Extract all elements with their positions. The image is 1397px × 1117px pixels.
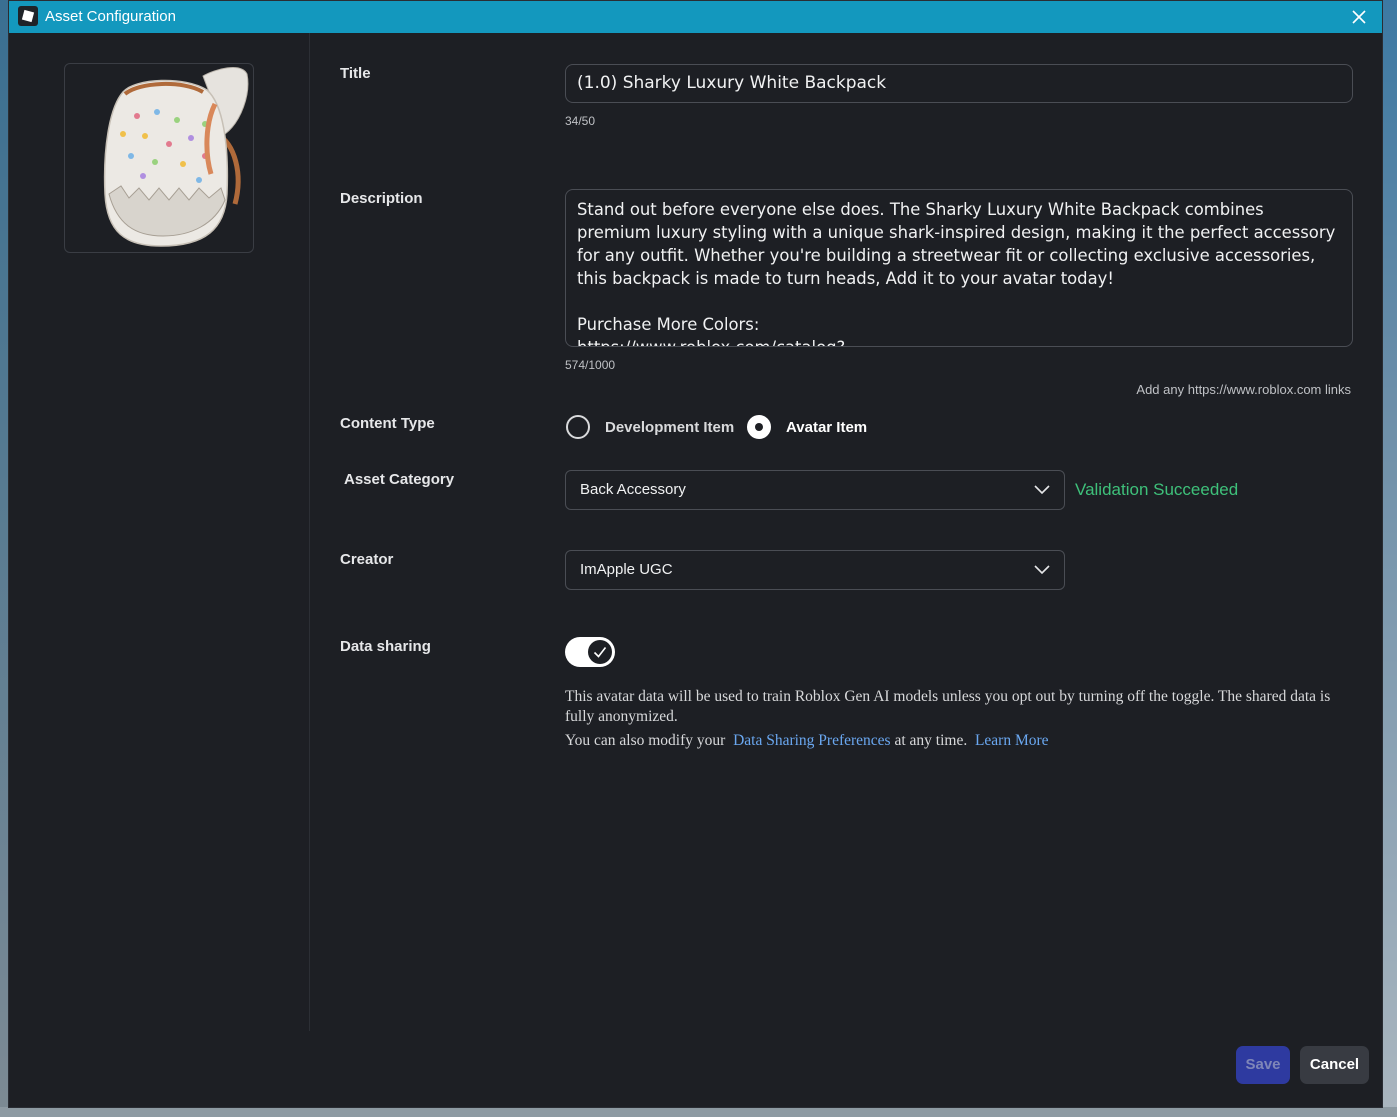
avatar-item-label[interactable]: Avatar Item [786,419,867,436]
desktop-background-left [0,0,8,1117]
toggle-knob [588,640,612,664]
close-icon[interactable] [1348,6,1370,28]
title-input[interactable]: (1.0) Sharky Luxury White Backpack [565,64,1353,103]
asset-category-label: Asset Category [344,471,455,488]
data-sharing-description: This avatar data will be used to train R… [565,688,1331,725]
title-char-counter: 34/50 [565,114,596,128]
desktop-background-right [1383,0,1397,1117]
modify-suffix-text: at any time. [894,732,968,749]
asset-category-dropdown[interactable]: Back Accessory [565,470,1065,510]
modify-prefix-text: You can also modify your [565,732,726,749]
content-type-label: Content Type [340,415,435,432]
creator-dropdown[interactable]: ImApple UGC [565,550,1065,590]
description-links-hint: Add any https://www.roblox.com links [1136,382,1351,397]
asset-preview-thumbnail [64,63,254,253]
radio-development-item[interactable] [566,415,590,439]
learn-more-link[interactable]: Learn More [975,732,1049,749]
sidebar-divider [309,33,310,1031]
chevron-down-icon [1034,565,1050,575]
validation-status: Validation Succeeded [1075,480,1239,499]
data-sharing-preferences-link[interactable]: Data Sharing Preferences [733,732,891,749]
desktop-background-bottom [0,1107,1397,1117]
development-item-label[interactable]: Development Item [605,419,734,436]
data-sharing-toggle[interactable] [565,637,615,667]
description-char-counter: 574/1000 [565,358,616,372]
radio-avatar-item[interactable] [747,415,771,439]
window-title: Asset Configuration [45,8,176,25]
description-textarea[interactable]: Stand out before everyone else does. The… [565,189,1353,347]
backpack-preview-image [103,67,249,247]
creator-label: Creator [340,551,394,568]
title-bar: Asset Configuration [9,1,1382,33]
check-icon [593,647,607,658]
asset-category-value: Back Accessory [580,481,686,498]
data-sharing-label: Data sharing [340,638,431,655]
data-sharing-modify-line: You can also modify your Data Sharing Pr… [565,732,1049,750]
description-label: Description [340,190,423,207]
chevron-down-icon [1034,485,1050,495]
save-button[interactable]: Save [1236,1046,1290,1084]
asset-configuration-window: Asset Configuration Title (1.0) Sharky L… [8,0,1383,1108]
roblox-logo-icon [18,6,38,26]
cancel-button[interactable]: Cancel [1300,1046,1369,1084]
title-label: Title [340,65,371,82]
creator-value: ImApple UGC [580,561,673,578]
